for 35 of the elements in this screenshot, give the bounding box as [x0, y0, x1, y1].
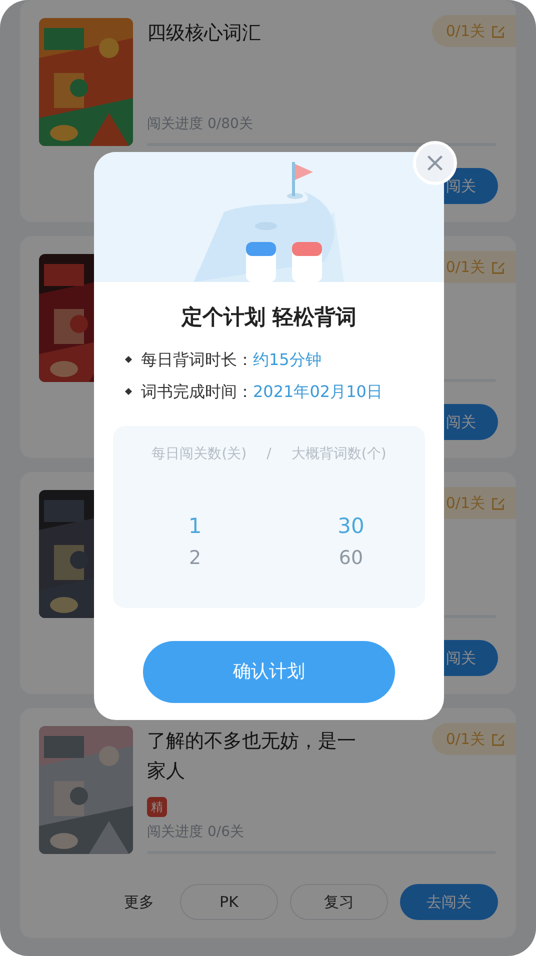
challenge-button[interactable]: 去闯关 — [400, 884, 498, 920]
level-count: 0/1关 — [446, 492, 485, 514]
level-count: 0/1关 — [446, 728, 485, 750]
progress-text: 闯关进度 0/80关 — [147, 115, 254, 134]
more-button[interactable]: 更多 — [124, 890, 154, 914]
picker-header: 大概背词数(个) — [291, 444, 386, 464]
picker-row[interactable]: 1 30 — [113, 510, 425, 542]
separator-text: / — [266, 444, 272, 464]
edit-icon — [491, 260, 506, 274]
confirm-button[interactable]: 确认计划 — [143, 640, 395, 702]
level-count: 0/1关 — [446, 20, 485, 42]
picker-value: 30 — [336, 512, 366, 540]
edit-icon — [491, 24, 506, 38]
fact-label: 每日背词时长： — [141, 348, 253, 370]
dialog-title: 定个计划 轻松背词 — [180, 304, 358, 331]
fact-value: 约15分钟 — [253, 348, 322, 370]
picker-header: 每日闯关数(关) — [152, 444, 247, 464]
fact-label: 词书完成时间： — [141, 380, 253, 402]
level-count: 0/1关 — [446, 256, 485, 278]
book-title: 四级核心词汇 — [147, 21, 261, 46]
bullet-icon — [124, 356, 132, 364]
picker-value: 2 — [188, 546, 202, 572]
picker-value: 60 — [338, 546, 364, 572]
fact-value: 2021年02月10日 — [253, 380, 382, 402]
edit-icon — [491, 732, 506, 746]
picker-row[interactable]: 2 60 — [113, 542, 425, 574]
edit-icon — [491, 496, 506, 510]
book-title: 了解的不多也无妨，是一家人 — [147, 729, 357, 784]
bullet-icon — [124, 388, 132, 396]
tag: 精 — [147, 797, 167, 817]
close-icon — [426, 154, 444, 172]
action-button[interactable]: PK — [180, 884, 278, 920]
progress-text: 闯关进度 0/6关 — [147, 823, 245, 842]
action-button[interactable]: 复习 — [290, 884, 388, 920]
picker-value: 1 — [187, 512, 203, 540]
